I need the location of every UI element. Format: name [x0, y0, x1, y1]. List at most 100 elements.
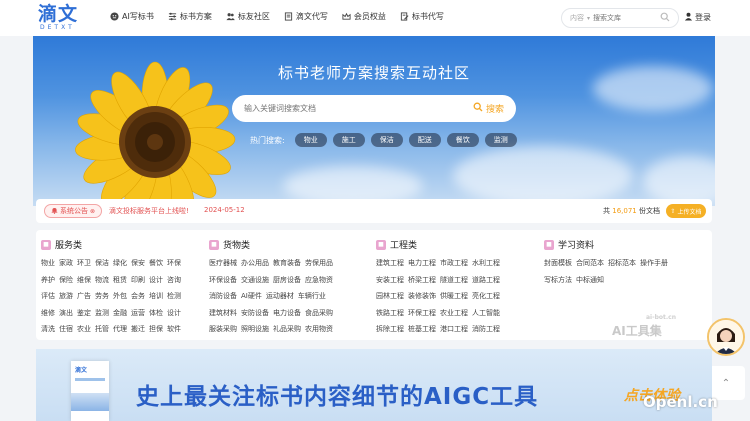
category-link[interactable]: 道路工程 [472, 275, 500, 285]
nav-community[interactable]: 标友社区 [226, 11, 270, 22]
category-link[interactable]: 水利工程 [472, 258, 500, 268]
category-link[interactable]: 港口工程 [440, 324, 468, 334]
header-search-input[interactable] [593, 14, 650, 22]
chevron-down-icon[interactable]: ▾ [587, 15, 590, 22]
category-link[interactable]: 家政 [59, 258, 73, 268]
category-link[interactable]: 装修装饰 [408, 291, 436, 301]
category-link[interactable]: 厨房设备 [273, 275, 301, 285]
category-link[interactable]: 租赁 [113, 275, 127, 285]
category-link[interactable]: 电力设备 [273, 308, 301, 318]
category-link[interactable]: 电力工程 [408, 258, 436, 268]
category-link[interactable]: 维修 [41, 308, 55, 318]
category-link[interactable]: 软件 [167, 324, 181, 334]
category-link[interactable]: 合同范本 [576, 258, 604, 268]
close-icon[interactable]: ⊗ [90, 208, 95, 215]
category-link[interactable]: 物业 [41, 258, 55, 268]
upload-document-button[interactable]: ⇧ 上传文档 [666, 204, 706, 218]
category-link[interactable]: 检测 [167, 291, 181, 301]
category-link[interactable]: 农用物资 [305, 324, 333, 334]
category-link[interactable]: AI硬件 [241, 291, 262, 301]
category-heading[interactable]: ■ 服务类 [41, 238, 181, 251]
category-link[interactable]: 礼品采购 [273, 324, 301, 334]
category-link[interactable]: 金融 [113, 308, 127, 318]
category-link[interactable]: 环保设备 [209, 275, 237, 285]
category-link[interactable]: 供暖工程 [440, 291, 468, 301]
category-link[interactable]: 住宿 [59, 324, 73, 334]
category-link[interactable]: 物流 [95, 275, 109, 285]
hero-search-button[interactable]: 搜索 [473, 102, 504, 115]
category-link[interactable]: 农业 [77, 324, 91, 334]
nav-ghostwrite[interactable]: 滴文代写 [284, 11, 328, 22]
category-link[interactable]: 招标范本 [608, 258, 636, 268]
category-link[interactable]: 医疗器械 [209, 258, 237, 268]
category-link[interactable]: 市政工程 [440, 258, 468, 268]
category-link[interactable]: 监测 [95, 308, 109, 318]
category-link[interactable]: 餐饮 [149, 258, 163, 268]
category-link[interactable]: 评估 [41, 291, 55, 301]
category-link[interactable]: 绿化 [113, 258, 127, 268]
hot-tag[interactable]: 物业 [294, 133, 327, 147]
category-link[interactable]: 中标通知 [576, 275, 604, 285]
category-link[interactable]: 消防设备 [209, 291, 237, 301]
category-link[interactable]: 建筑材料 [209, 308, 237, 318]
category-link[interactable]: 安防设备 [241, 308, 269, 318]
category-link[interactable]: 照明设施 [241, 324, 269, 334]
category-link[interactable]: 桥梁工程 [408, 275, 436, 285]
category-link[interactable]: 保险 [59, 275, 73, 285]
category-link[interactable]: 环保 [167, 258, 181, 268]
category-link[interactable]: 维保 [77, 275, 91, 285]
category-link[interactable]: 旅游 [59, 291, 73, 301]
category-link[interactable]: 办公用品 [241, 258, 269, 268]
category-link[interactable]: 拆除工程 [376, 324, 404, 334]
category-link[interactable]: 设计 [149, 275, 163, 285]
category-link[interactable]: 演出 [59, 308, 73, 318]
notice-text[interactable]: 滴文投标服务平台上线啦! [109, 206, 189, 216]
customer-service-avatar[interactable] [707, 318, 745, 356]
category-link[interactable]: 劳务 [95, 291, 109, 301]
category-link[interactable]: 应急物资 [305, 275, 333, 285]
notice-badge[interactable]: 系统公告 ⊗ [44, 204, 103, 218]
category-link[interactable]: 会务 [131, 291, 145, 301]
category-link[interactable]: 清洗 [41, 324, 55, 334]
category-link[interactable]: 运动器材 [266, 291, 294, 301]
search-category-select[interactable]: 内容 [570, 13, 584, 23]
hot-tag[interactable]: 施工 [332, 133, 365, 147]
category-link[interactable]: 外包 [113, 291, 127, 301]
category-link[interactable]: 消防工程 [472, 324, 500, 334]
category-link[interactable]: 建筑工程 [376, 258, 404, 268]
hot-tag[interactable]: 保洁 [370, 133, 403, 147]
category-link[interactable]: 劳保用品 [305, 258, 333, 268]
category-link[interactable]: 印刷 [131, 275, 145, 285]
category-link[interactable]: 服装采购 [209, 324, 237, 334]
category-link[interactable]: 桩基工程 [408, 324, 436, 334]
category-link[interactable]: 写标方法 [544, 275, 572, 285]
category-link[interactable]: 体检 [149, 308, 163, 318]
category-link[interactable]: 安装工程 [376, 275, 404, 285]
category-link[interactable]: 培训 [149, 291, 163, 301]
category-link[interactable]: 交通设施 [241, 275, 269, 285]
category-link[interactable]: 农业工程 [440, 308, 468, 318]
hot-tag[interactable]: 餐饮 [446, 133, 479, 147]
category-link[interactable]: 保安 [131, 258, 145, 268]
category-heading[interactable]: ■ 工程类 [376, 238, 500, 251]
category-link[interactable]: 鉴定 [77, 308, 91, 318]
hot-tag[interactable]: 配送 [408, 133, 441, 147]
nav-bid-plan[interactable]: 标书方案 [168, 11, 212, 22]
category-link[interactable]: 托管 [95, 324, 109, 334]
category-link[interactable]: 代理 [113, 324, 127, 334]
category-link[interactable]: 搬迁 [131, 324, 145, 334]
category-link[interactable]: 担保 [149, 324, 163, 334]
hot-tag[interactable]: 监测 [484, 133, 517, 147]
category-link[interactable]: 广告 [77, 291, 91, 301]
category-link[interactable]: 封面模板 [544, 258, 572, 268]
login-button[interactable]: 登录 [684, 12, 711, 23]
category-link[interactable]: 环卫 [77, 258, 91, 268]
category-link[interactable]: 教育装备 [273, 258, 301, 268]
category-heading[interactable]: ■ 学习资料 [544, 238, 668, 251]
category-link[interactable]: 养护 [41, 275, 55, 285]
category-link[interactable]: 园林工程 [376, 291, 404, 301]
category-link[interactable]: 亮化工程 [472, 291, 500, 301]
category-link[interactable]: 操作手册 [640, 258, 668, 268]
category-link[interactable]: 设计 [167, 308, 181, 318]
category-link[interactable]: 保洁 [95, 258, 109, 268]
